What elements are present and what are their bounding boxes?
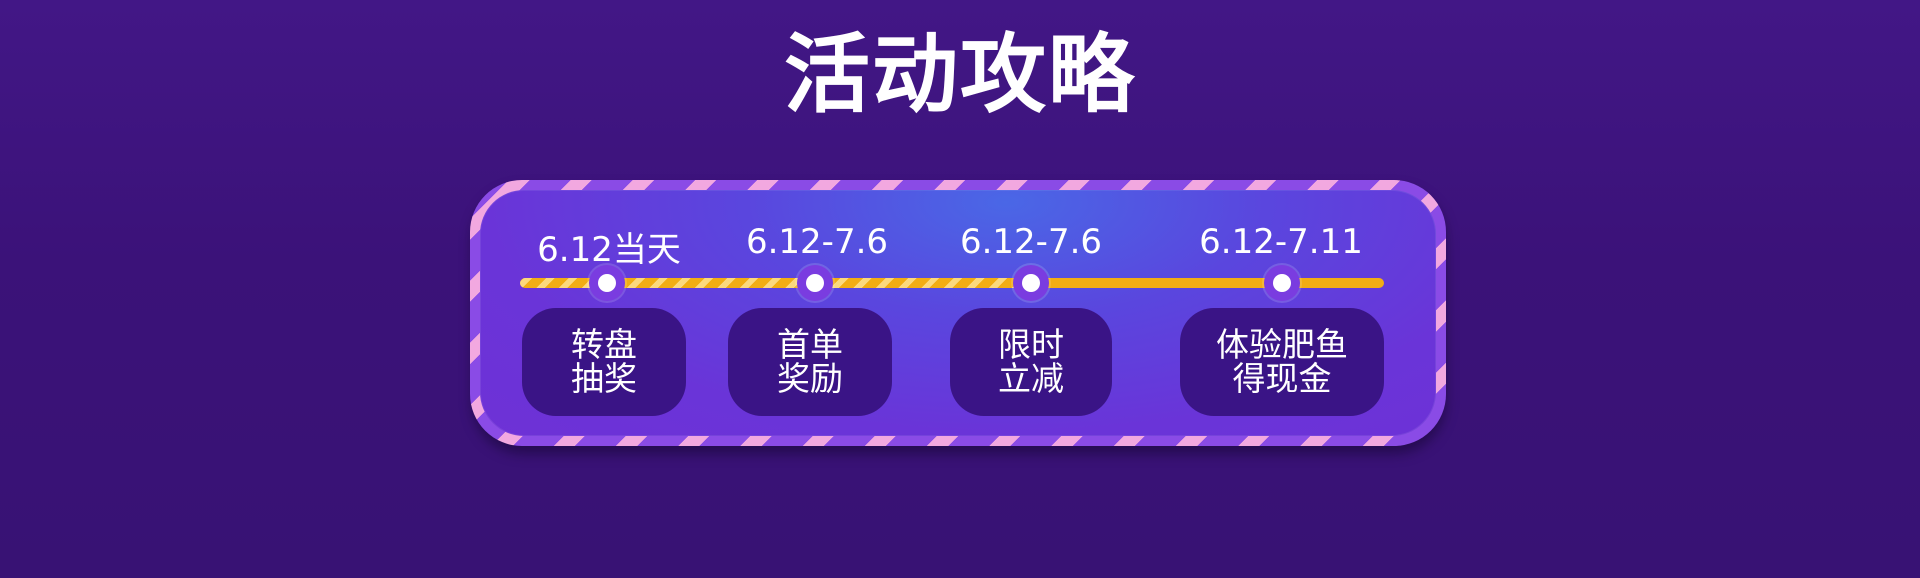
event-card-1-line-1: 转盘 (571, 325, 637, 364)
timeline-node-dot (806, 274, 824, 292)
event-card-2-line-1: 首单 (777, 325, 843, 364)
timeline-node-2 (797, 265, 833, 301)
page-title: 活动攻略 (784, 25, 1136, 125)
timeline-date-2: 6.12-7.6 (745, 222, 889, 262)
timeline-node-3 (1013, 265, 1049, 301)
timeline-date-1: 6.12当天 (537, 230, 681, 270)
event-card-4[interactable]: 体验肥鱼 得现金 (1180, 308, 1384, 416)
event-card-4-line-2: 得现金 (1232, 359, 1332, 398)
event-card-3-line-2: 立减 (998, 359, 1064, 398)
event-card-2[interactable]: 首单 奖励 (728, 308, 892, 416)
event-card-2-line-2: 奖励 (777, 359, 843, 398)
timeline-node-dot (1022, 274, 1040, 292)
event-card-1-line-2: 抽奖 (571, 359, 637, 398)
timeline-node-dot (598, 274, 616, 292)
timeline-date-3: 6.12-7.6 (959, 222, 1103, 262)
event-card-3[interactable]: 限时 立减 (950, 308, 1112, 416)
timeline-node-4 (1264, 265, 1300, 301)
event-card-3-line-1: 限时 (998, 325, 1064, 364)
timeline-node-1 (589, 265, 625, 301)
timeline-node-dot (1273, 274, 1291, 292)
timeline-date-4: 6.12-7.11 (1199, 222, 1363, 262)
event-card-4-line-1: 体验肥鱼 (1216, 325, 1348, 364)
event-card-1[interactable]: 转盘 抽奖 (522, 308, 686, 416)
